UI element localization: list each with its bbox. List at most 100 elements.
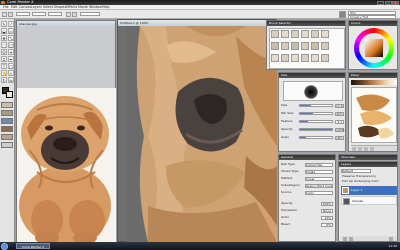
pen-tool-icon[interactable]: ✒ [8, 56, 14, 62]
rectangle-select-icon[interactable]: ⬚ [1, 42, 7, 48]
brush-variant-5[interactable] [311, 30, 319, 38]
composite-method-select[interactable]: Default [341, 169, 371, 173]
grain-slider[interactable] [299, 136, 333, 139]
brush-variant-15[interactable] [291, 54, 299, 62]
start-button[interactable] [1, 242, 8, 250]
oval-select-icon[interactable]: ◯ [8, 42, 14, 48]
size-field[interactable] [16, 12, 30, 16]
text-tool-icon[interactable]: T [1, 63, 7, 69]
shape-tool-icon[interactable]: □ [8, 63, 14, 69]
dab-type-icon[interactable] [66, 11, 71, 17]
stroke-type-icon[interactable] [72, 11, 77, 17]
opacity-value[interactable]: 100% [335, 127, 345, 132]
min-size-value[interactable]: 40% [335, 111, 344, 116]
weaving-selector[interactable] [1, 126, 13, 132]
method-label: Method [281, 176, 293, 180]
transform-tool-icon[interactable]: ⤡ [8, 35, 14, 41]
opacity-slider[interactable] [299, 128, 333, 131]
layer-row-layer1[interactable]: Layer 1 [341, 186, 397, 195]
brush-variant-14[interactable] [281, 54, 289, 62]
brush-icon[interactable] [2, 11, 7, 17]
layer-row-canvas[interactable]: Canvas [341, 196, 397, 205]
mixer-knife-icon[interactable] [358, 147, 362, 151]
brush-variant-16[interactable] [301, 54, 309, 62]
brush-variant-8[interactable] [281, 42, 289, 50]
saturation-triangle[interactable] [365, 39, 383, 57]
mixer-dropper-icon[interactable] [364, 147, 368, 151]
additional-color-swatch[interactable] [6, 91, 13, 98]
mixer-clear-icon[interactable] [370, 147, 374, 151]
paper-selector[interactable] [1, 102, 13, 108]
mixer-pad[interactable] [351, 87, 397, 143]
expression-value[interactable]: None [321, 208, 333, 213]
layer-mask-icon[interactable] [349, 236, 353, 241]
nozzle-selector[interactable] [1, 134, 13, 140]
gradient-selector[interactable] [1, 110, 13, 116]
rotate-page-icon[interactable]: ↻ [1, 77, 7, 83]
grabber-tool-icon[interactable]: ✋ [1, 70, 7, 76]
brush-variant-13[interactable] [271, 54, 279, 62]
mirror-paint-icon[interactable]: ⇋ [8, 77, 14, 83]
pick-up-color-checkbox[interactable]: Pick Up Underlying Color [342, 179, 379, 184]
new-layer-icon[interactable] [343, 236, 347, 241]
feature-value[interactable]: 3.1 [335, 119, 344, 124]
feature-slider[interactable] [299, 120, 333, 123]
source-value[interactable]: Color [305, 190, 333, 195]
pattern-selector[interactable] [1, 118, 13, 124]
crop-tool-icon[interactable]: ⌗ [1, 56, 7, 62]
brush-variant-9[interactable] [291, 42, 299, 50]
minimize-button[interactable]: _ [377, 0, 384, 5]
eraser-tool-icon[interactable]: ▭ [8, 28, 14, 34]
grain-field[interactable] [48, 12, 62, 16]
brush-variant-field[interactable]: Smeary Flat [348, 15, 396, 19]
brush-variant-11[interactable] [311, 42, 319, 50]
channels-title[interactable]: Channels [339, 155, 397, 160]
taskbar-item-painter[interactable]: Corel Painter X [16, 243, 50, 249]
canvas-document-window[interactable]: Untitled-1 @ 100% [117, 19, 277, 242]
brush-variant-4[interactable] [301, 30, 309, 38]
painting-canvas[interactable] [126, 26, 277, 242]
maximize-button[interactable]: □ [384, 0, 392, 5]
reset-tool-icon[interactable] [8, 11, 13, 17]
lasso-tool-icon[interactable]: ʘ [1, 49, 7, 55]
brush-variant-10[interactable] [301, 42, 309, 50]
delete-layer-icon[interactable] [389, 236, 393, 241]
dab-type-value[interactable]: Camel Hair [305, 162, 333, 167]
subcategory-value[interactable]: Grainy Hard Cover [305, 183, 333, 188]
bleed-value[interactable]: 5% [321, 222, 333, 227]
stroke-type-label: Stroke Type [281, 169, 299, 173]
brush-variant-2[interactable] [281, 30, 289, 38]
brush-variant-12[interactable] [321, 42, 329, 50]
method-value[interactable]: Cover [305, 176, 333, 181]
size-value[interactable]: 12.6 [335, 103, 344, 108]
window-title: Corel Painter X [7, 0, 34, 4]
brush-variant-1[interactable] [271, 30, 279, 38]
close-button[interactable]: × [392, 0, 399, 5]
stroke-type-value[interactable]: Single [305, 169, 333, 174]
brush-variant-7[interactable] [271, 42, 279, 50]
brush-category-icon[interactable] [339, 11, 346, 18]
mixer-brush-icon[interactable] [352, 147, 356, 151]
method-field[interactable] [80, 12, 100, 16]
layer-adjuster-icon[interactable]: ✥ [1, 35, 7, 41]
brush-variant-18[interactable] [321, 54, 329, 62]
size-slider[interactable] [299, 104, 333, 107]
min-size-slider[interactable] [299, 112, 333, 115]
grain-value[interactable]: 18% [335, 135, 344, 140]
magnifier-tool-icon[interactable]: ⌕ [8, 70, 14, 76]
brush-variant-6[interactable] [321, 30, 329, 38]
reference-image-window[interactable]: shar-pei.jpg [16, 20, 116, 243]
general-grain-value[interactable]: 12% [321, 215, 333, 220]
general-opacity-value[interactable]: 100% [321, 201, 333, 206]
look-selector[interactable] [1, 142, 13, 148]
mixer-swatch-strip[interactable] [351, 80, 397, 85]
dropper-tool-icon[interactable]: ⁄ [8, 21, 14, 27]
brush-category-field[interactable]: Oils [348, 11, 396, 15]
brush-tool-icon[interactable]: ✎ [1, 21, 7, 27]
paint-bucket-icon[interactable]: ◒ [1, 28, 7, 34]
magic-wand-icon[interactable]: ✦ [8, 49, 14, 55]
brush-variant-3[interactable] [291, 30, 299, 38]
reference-window-titlebar[interactable]: shar-pei.jpg [17, 21, 115, 27]
opacity-field[interactable] [32, 12, 46, 16]
brush-variant-17[interactable] [311, 54, 319, 62]
